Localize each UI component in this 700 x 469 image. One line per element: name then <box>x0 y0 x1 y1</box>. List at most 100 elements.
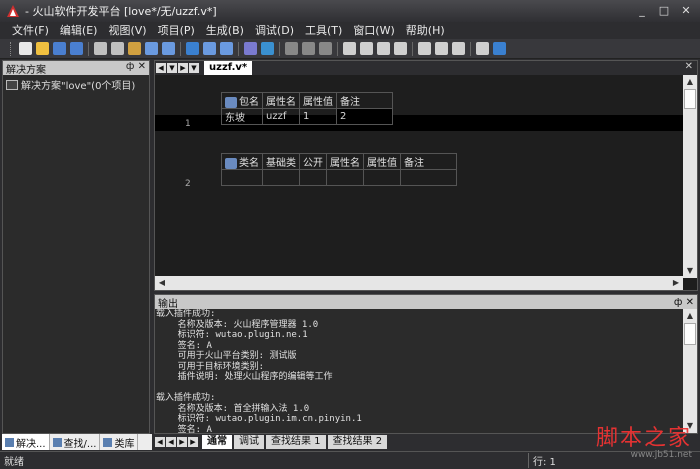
output-scroll-thumb[interactable] <box>684 323 696 345</box>
base-class-cell[interactable] <box>262 169 300 186</box>
maximize-button[interactable]: □ <box>654 3 674 18</box>
redo-icon[interactable] <box>162 42 175 55</box>
menu-build[interactable]: 生成(B) <box>206 22 244 38</box>
format-icon[interactable] <box>418 42 431 55</box>
step-into-icon[interactable] <box>360 42 373 55</box>
output-scroll-up-icon[interactable]: ▲ <box>683 309 697 323</box>
editor-vertical-scrollbar[interactable]: ▲ ▼ <box>683 75 697 278</box>
nav-list-button[interactable]: ▼ <box>189 63 199 73</box>
scroll-up-icon[interactable]: ▲ <box>683 75 697 89</box>
menu-edit[interactable]: 编辑(E) <box>60 22 98 38</box>
package-table: 包名 属性名 属性值 备注 东坡 uzzf 1 2 <box>221 92 393 125</box>
package-icon <box>225 96 237 108</box>
menu-view[interactable]: 视图(V) <box>108 22 146 38</box>
status-line: 行: 1 <box>528 453 556 468</box>
build-icon[interactable] <box>244 42 257 55</box>
tab-debug[interactable]: 调试 <box>234 435 264 449</box>
nav-right-button[interactable]: ▶ <box>178 63 188 73</box>
scroll-right-icon[interactable]: ▶ <box>669 276 683 290</box>
scroll-left-icon[interactable]: ◀ <box>155 276 169 290</box>
solution-root-label: 解决方案"love"(0个项目) <box>21 81 136 92</box>
left-pane-tabs: 解决... 查找/... 类库 <box>2 434 152 450</box>
tab-general[interactable]: 通常 <box>202 435 232 449</box>
attr-value-cell[interactable]: 1 <box>299 108 337 125</box>
tabs-next-icon[interactable]: ▶ <box>177 437 187 447</box>
open-icon[interactable] <box>36 42 49 55</box>
tab-find-results-2[interactable]: 查找结果 2 <box>327 435 388 449</box>
debug-icon[interactable] <box>319 42 332 55</box>
output-log[interactable]: 载入插件成功: 名称及版本: 火山程序管理器 1.0 标识符: wutao.pl… <box>155 309 683 433</box>
public-cell[interactable] <box>299 169 327 186</box>
nav-down-button[interactable]: ▼ <box>167 63 177 73</box>
close-icon[interactable]: ✕ <box>138 61 146 72</box>
class-remark-cell[interactable] <box>400 169 457 186</box>
minimize-button[interactable]: _ <box>632 3 652 18</box>
output-scrollbar[interactable]: ▲ ▼ <box>683 309 697 433</box>
window-icon[interactable] <box>476 42 489 55</box>
toolbar-grip[interactable] <box>10 41 13 56</box>
output-close-icon[interactable]: ✕ <box>686 297 694 308</box>
menu-tools[interactable]: 工具(T) <box>305 22 342 38</box>
scroll-down-icon[interactable]: ▼ <box>683 264 697 278</box>
help-icon[interactable] <box>261 42 274 55</box>
close-button[interactable]: ✕ <box>676 3 696 18</box>
save-icon[interactable] <box>53 42 66 55</box>
step-icon[interactable] <box>343 42 356 55</box>
scroll-thumb[interactable] <box>684 89 696 109</box>
output-pin-icon[interactable]: ф <box>674 297 683 308</box>
class-name-cell[interactable] <box>221 169 263 186</box>
class-attr-name-cell[interactable] <box>326 169 364 186</box>
breakpoint-icon[interactable] <box>394 42 407 55</box>
nav-left-button[interactable]: ◀ <box>156 63 166 73</box>
tab-solution[interactable]: 解决... <box>2 434 50 450</box>
new-file-icon[interactable] <box>19 42 32 55</box>
tabs-last-icon[interactable]: ▶ <box>188 437 198 447</box>
save-all-icon[interactable] <box>70 42 83 55</box>
doc-tab-uzzf[interactable]: uzzf.v* <box>204 61 253 75</box>
cut-icon[interactable] <box>94 42 107 55</box>
back-icon[interactable] <box>203 42 216 55</box>
tab-solution-label: 解决... <box>16 438 46 450</box>
tabs-first-icon[interactable]: ◀ <box>155 437 165 447</box>
package-name-cell[interactable]: 东坡 <box>221 108 263 125</box>
toolbar-separator <box>180 41 181 56</box>
attr-value-header: 属性值 <box>299 92 337 109</box>
menu-bar: 文件(F) 编辑(E) 视图(V) 项目(P) 生成(B) 调试(D) 工具(T… <box>0 22 700 38</box>
menu-file[interactable]: 文件(F) <box>12 22 49 38</box>
class-attr-name-header: 属性名 <box>326 153 364 170</box>
doc-close-icon[interactable]: ✕ <box>685 61 693 72</box>
tab-library[interactable]: 类库 <box>100 434 139 450</box>
pin-icon[interactable]: ф <box>126 61 135 72</box>
toolbar-separator <box>470 41 471 56</box>
undo-icon[interactable] <box>145 42 158 55</box>
package-name-header: 包名 <box>221 92 263 109</box>
attr-name-cell[interactable]: uzzf <box>262 108 300 125</box>
run-icon[interactable] <box>285 42 298 55</box>
toolbar-separator <box>412 41 413 56</box>
menu-debug[interactable]: 调试(D) <box>255 22 294 38</box>
forward-icon[interactable] <box>220 42 233 55</box>
paste-icon[interactable] <box>128 42 141 55</box>
stop-icon[interactable] <box>302 42 315 55</box>
remark-cell[interactable]: 2 <box>336 108 393 125</box>
watermark-logo: 脚本之家 <box>595 426 692 451</box>
menu-project[interactable]: 项目(P) <box>158 22 195 38</box>
tab-find[interactable]: 查找/... <box>50 434 101 450</box>
outdent-icon[interactable] <box>452 42 465 55</box>
class-remark-header: 备注 <box>400 153 457 170</box>
menu-help[interactable]: 帮助(H) <box>406 22 445 38</box>
class-attr-value-cell[interactable] <box>363 169 401 186</box>
editor-horizontal-scrollbar[interactable]: ◀ ▶ <box>155 276 683 290</box>
tabs-prev-icon[interactable]: ◀ <box>166 437 176 447</box>
step-out-icon[interactable] <box>377 42 390 55</box>
menu-window[interactable]: 窗口(W) <box>353 22 394 38</box>
document-tab-bar: ◀ ▼ ▶ ▼ uzzf.v* ✕ <box>155 61 697 75</box>
output-pane-header: 输出 ф ✕ <box>155 295 697 310</box>
copy-icon[interactable] <box>111 42 124 55</box>
tab-find-results-1[interactable]: 查找结果 1 <box>266 435 326 449</box>
solution-root[interactable]: 解决方案"love"(0个项目) <box>3 75 149 94</box>
zoom-icon[interactable] <box>493 42 506 55</box>
code-area[interactable]: 1 2 包名 属性名 属性值 备注 东坡 uzzf 1 2 类名 基础类 公开 … <box>155 75 683 278</box>
find-icon[interactable] <box>186 42 199 55</box>
indent-icon[interactable] <box>435 42 448 55</box>
